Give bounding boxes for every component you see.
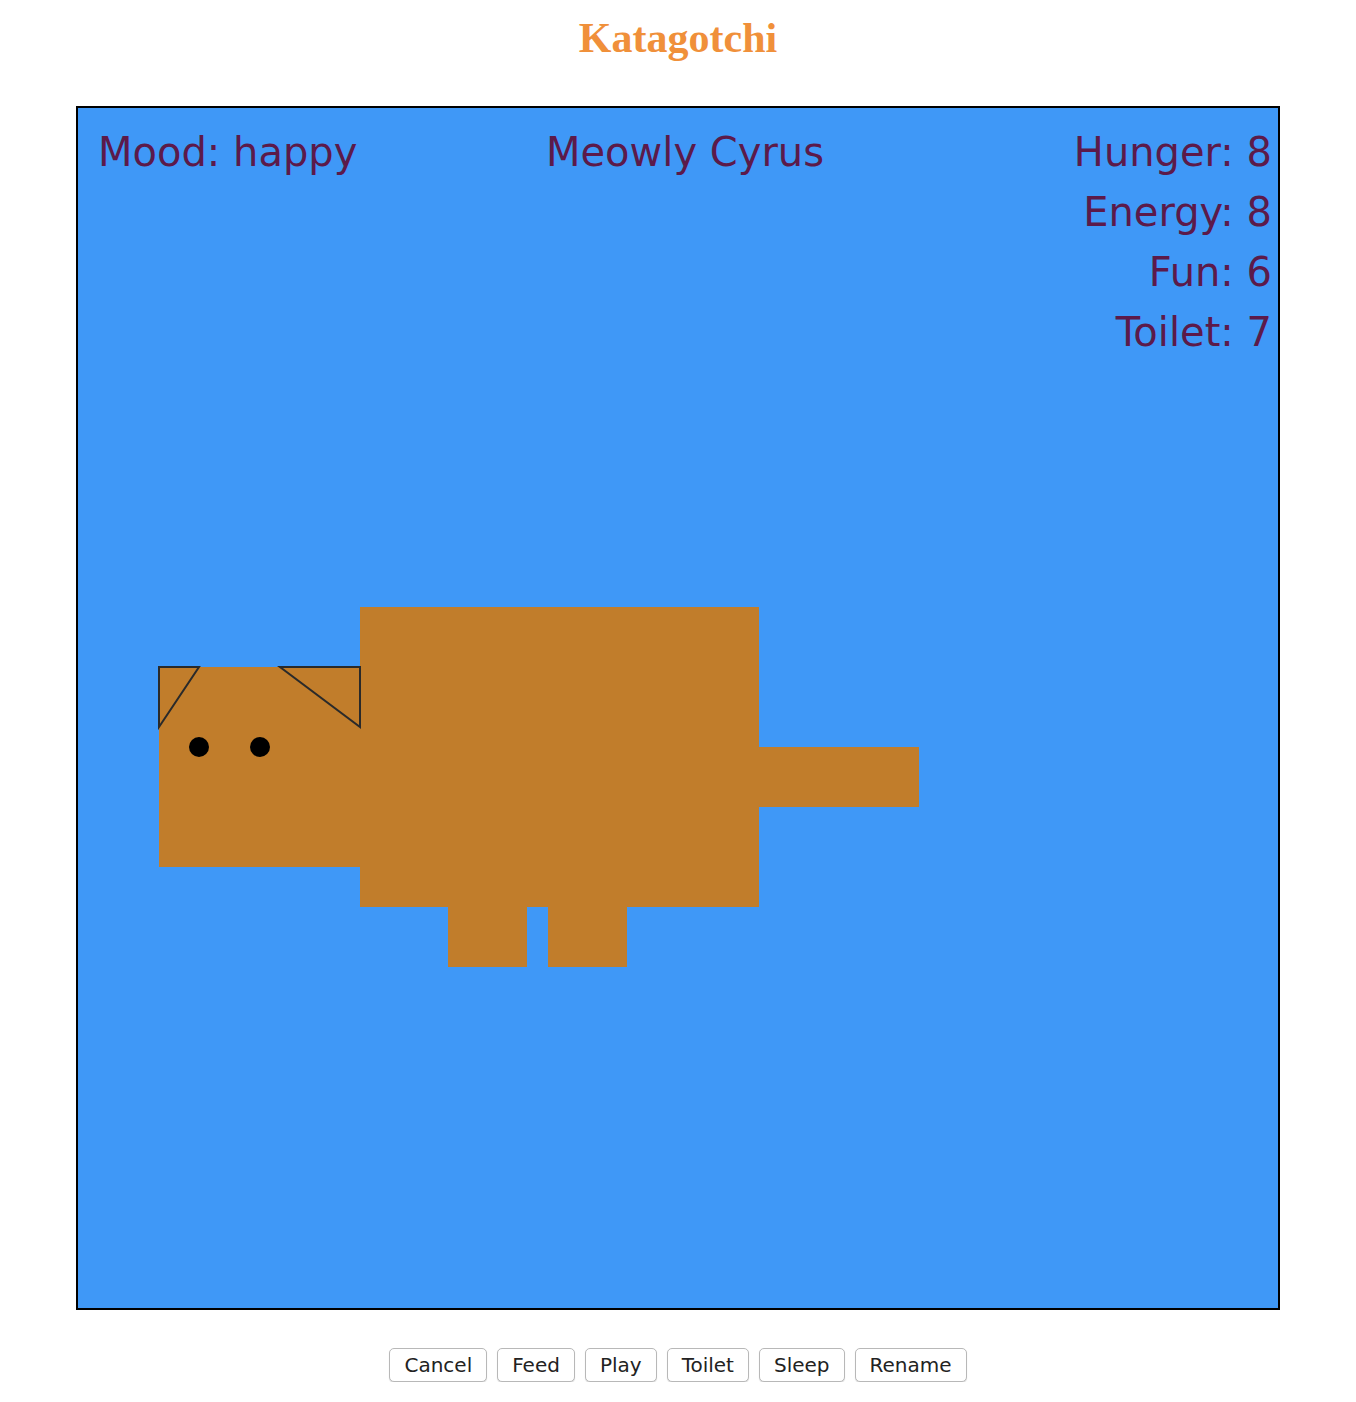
action-bar: Cancel Feed Play Toilet Sleep Rename: [76, 1348, 1280, 1382]
stat-line: Energy: 8: [1074, 182, 1272, 242]
action-button[interactable]: Toilet: [667, 1348, 749, 1382]
pet-name: Meowly Cyrus: [546, 122, 824, 362]
game-canvas: Mood: happy Meowly Cyrus Hunger: 8Energy…: [76, 106, 1280, 1310]
stats-list: Hunger: 8Energy: 8Fun: 6Toilet: 7: [1074, 122, 1272, 362]
stat-line: Fun: 6: [1074, 242, 1272, 302]
stat-line: Hunger: 8: [1074, 122, 1272, 182]
action-button[interactable]: Cancel: [389, 1348, 487, 1382]
stat-line: Toilet: 7: [1074, 302, 1272, 362]
app-title: Katagotchi: [76, 10, 1280, 66]
status-hud: Mood: happy Meowly Cyrus Hunger: 8Energy…: [78, 108, 1278, 362]
mood-label: Mood: happy: [98, 122, 357, 362]
action-button[interactable]: Rename: [855, 1348, 967, 1382]
header: Katagotchi: [76, 0, 1280, 106]
cat-icon: [78, 108, 1278, 1308]
action-button[interactable]: Sleep: [759, 1348, 845, 1382]
action-button[interactable]: Feed: [497, 1348, 575, 1382]
action-button[interactable]: Play: [585, 1348, 657, 1382]
